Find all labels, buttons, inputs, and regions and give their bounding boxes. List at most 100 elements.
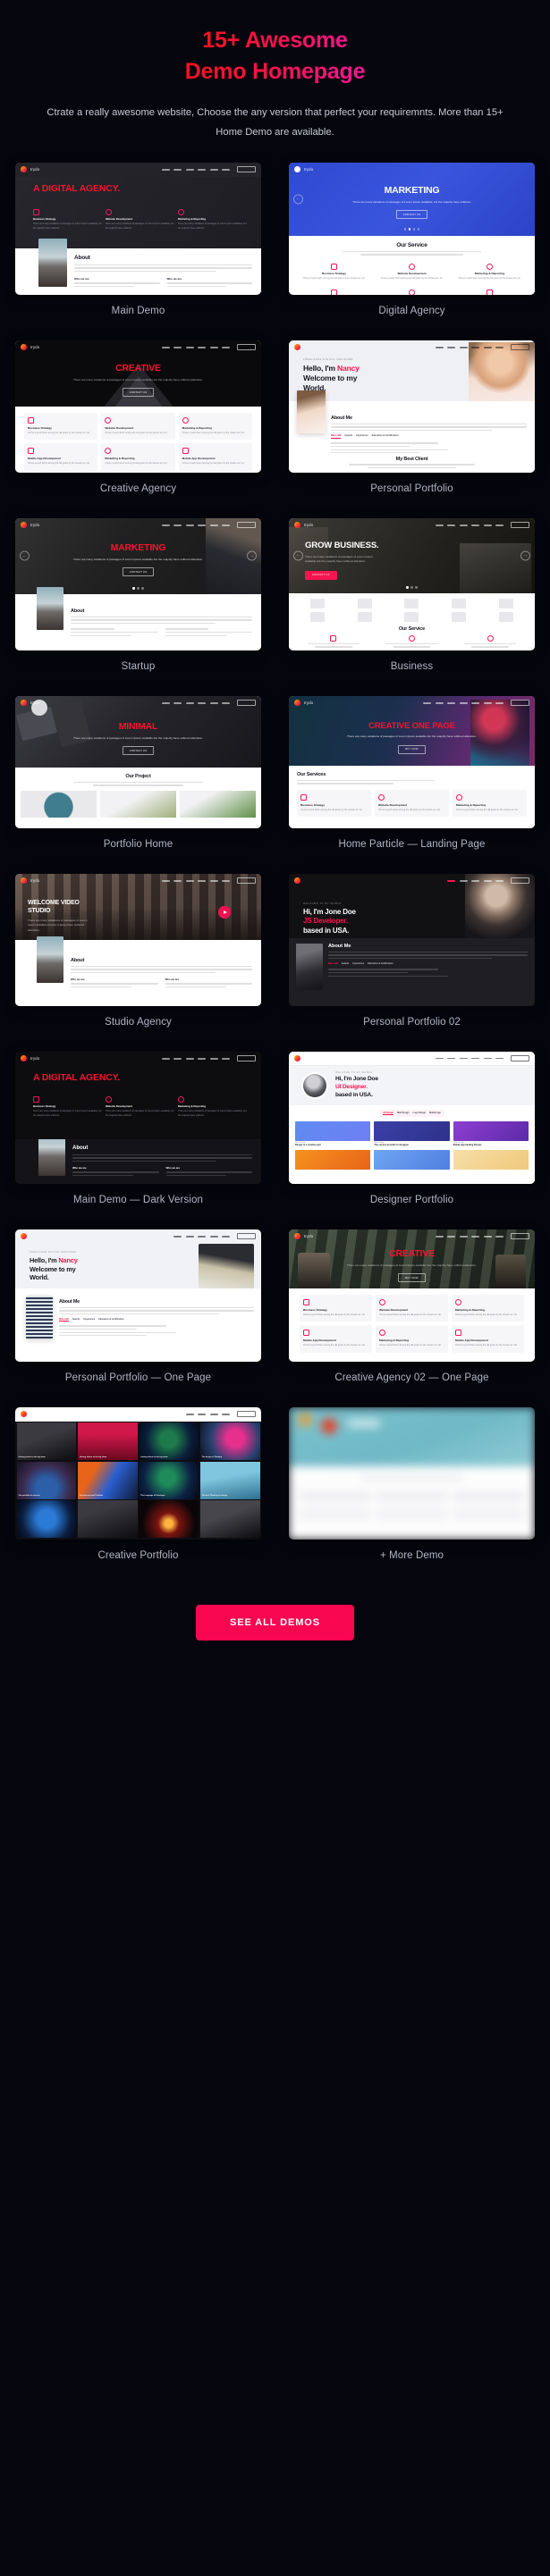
demo-card-main-demo[interactable]: trydo A DIGITAL AGENCY. Business Strateg… <box>15 162 261 316</box>
brand-name: trydo <box>304 701 314 706</box>
demo-label: Business <box>390 660 434 672</box>
demo-thumbnail[interactable]: trydo CREATIVE There are many variations… <box>15 340 261 473</box>
service-title: Website Development <box>106 1103 132 1108</box>
brand-logo-icon <box>294 700 300 707</box>
demo-label: Main Demo <box>111 305 165 316</box>
brand-logo-icon <box>294 1054 300 1061</box>
tab-item[interactable]: Education & Certification <box>372 434 399 439</box>
mini-cta: CONTACT US <box>122 567 155 577</box>
mini-headline: CREATIVE <box>115 363 161 374</box>
brand-name: trydo <box>304 523 314 528</box>
demo-thumbnail[interactable]: FREELANCE DIGITAL DESIGNER Hello, I'm Na… <box>15 1229 261 1362</box>
sub-title: Who we are <box>71 978 85 982</box>
demo-label: Portfolio Home <box>103 838 173 850</box>
demo-label: Personal Portfolio — One Page <box>64 1372 212 1383</box>
demo-card-creative-agency[interactable]: trydo CREATIVE There are many variations… <box>15 340 261 494</box>
tab-item[interactable]: Awards <box>342 962 350 965</box>
tab-item[interactable]: Experience <box>352 962 364 965</box>
service-title: Business Strategy <box>303 1307 327 1312</box>
brand-name: trydo <box>30 167 40 172</box>
see-all-demos-button[interactable]: SEE ALL DEMOS <box>196 1604 354 1640</box>
portfolio-caption: Getting tickets to the big show <box>140 1456 168 1458</box>
mini-nav-cta <box>237 166 256 173</box>
service-title: Marketing & Reporting <box>456 802 487 807</box>
demo-thumbnail[interactable] <box>289 1406 535 1540</box>
service-title: Website Development <box>106 216 132 221</box>
service-title: Business Strategy <box>33 216 56 221</box>
headline-line3: based in USA. <box>335 1091 373 1098</box>
service-title: Marketing & Reporting <box>379 1338 410 1343</box>
brand-logo-icon <box>21 1055 27 1062</box>
demo-thumbnail[interactable]: Getting tickets to the big show Getting … <box>15 1406 261 1540</box>
mini-cta: CONTACT US <box>122 388 155 398</box>
demo-thumbnail[interactable]: WELCOME TO MY WORLD Hi, I'm Jone Doe JS … <box>289 873 535 1006</box>
demo-thumbnail[interactable]: trydo GROW BUSINESS. There are many vari… <box>289 517 535 650</box>
demo-card-creative-agency-02[interactable]: trydo CREATIVE There are many variations… <box>289 1229 535 1383</box>
headline-line1: WELCOME VIDEO <box>28 899 80 906</box>
demo-card-startup[interactable]: trydo MARKETING There are many variation… <box>15 517 261 672</box>
headline-line2: Welcome to my <box>303 373 358 382</box>
page-title: 15+ Awesome Demo Homepage <box>185 25 366 87</box>
about-title: About <box>71 957 85 963</box>
mini-headline: MARKETING <box>110 541 166 553</box>
headline-line1: Hi, I'm Jone Doe <box>335 1075 378 1082</box>
brand-logo-icon <box>21 1233 27 1240</box>
hero-description: Ctrate a really awesome website, Choose … <box>47 107 503 138</box>
demo-card-home-particle[interactable]: trydo CREATIVE ONE PAGE There are many v… <box>289 695 535 850</box>
headline-line3: World. <box>30 1273 49 1282</box>
demo-card-main-demo-dark[interactable]: trydo A DIGITAL AGENCY. Business Strateg… <box>15 1051 261 1205</box>
tab-item[interactable]: Education & Certification <box>368 962 393 965</box>
tab-item[interactable]: Experience <box>83 1318 95 1322</box>
mini-nav-links <box>161 169 230 171</box>
portfolio-caption: The service provide for designer <box>374 1144 409 1147</box>
demo-thumbnail[interactable]: trydo A DIGITAL AGENCY. Business Strateg… <box>15 162 261 295</box>
demo-card-more-demo[interactable]: + More Demo <box>289 1406 535 1561</box>
tab-item[interactable]: Awards <box>72 1318 80 1322</box>
tab-item[interactable]: Main skill <box>331 434 342 440</box>
demo-thumbnail[interactable]: trydo A DIGITAL AGENCY. Business Strateg… <box>15 1051 261 1184</box>
demo-thumbnail[interactable]: trydo MARKETING There are many variation… <box>289 162 535 295</box>
demo-card-studio-agency[interactable]: trydo WELCOME VIDEO STUDIO There are man… <box>15 873 261 1028</box>
portfolio-caption: The Language of Developer <box>140 1495 165 1498</box>
mini-headline: CREATIVE ONE PAGE <box>368 720 455 731</box>
filter-item[interactable]: Logo Design <box>413 1112 426 1115</box>
page-title-line2: Demo Homepage <box>184 58 366 84</box>
tab-item[interactable]: Main skill <box>59 1318 69 1322</box>
tab-item[interactable]: Main skill <box>328 962 338 965</box>
tab-item[interactable]: Awards <box>344 434 352 439</box>
headline-line2: UI Designer. <box>335 1083 368 1090</box>
about-title: About Me <box>331 415 352 421</box>
demo-card-designer-portfolio[interactable]: WELCOME TO MY WORLD Hi, I'm Jone Doe UI … <box>289 1051 535 1205</box>
brand-name: trydo <box>30 345 40 350</box>
demo-thumbnail[interactable]: trydo MARKETING There are many variation… <box>15 517 261 650</box>
demo-card-personal-portfolio-02[interactable]: WELCOME TO MY WORLD Hi, I'm Jone Doe JS … <box>289 873 535 1028</box>
demo-label: Digital Agency <box>378 305 445 316</box>
mini-headline: CREATIVE <box>389 1248 435 1260</box>
filter-item[interactable]: Mobile App <box>429 1112 441 1115</box>
demo-card-personal-portfolio-one-page[interactable]: FREELANCE DIGITAL DESIGNER Hello, I'm Na… <box>15 1229 261 1383</box>
service-title: Business Strategy <box>322 271 346 275</box>
filter-item[interactable]: Web Design <box>397 1112 410 1115</box>
section-title: Our Service <box>398 625 426 632</box>
mini-cta: CONTACT US <box>395 210 428 220</box>
tab-item[interactable]: Experience <box>356 434 368 439</box>
service-title: Mobile App Development <box>182 457 216 461</box>
about-title: About Me <box>59 1298 80 1305</box>
demo-thumbnail[interactable]: trydo CREATIVE There are many variations… <box>289 1229 535 1362</box>
mini-cta: BUY NOW <box>398 1273 426 1283</box>
demo-thumbnail[interactable]: trydo MINIMAL There are many variations … <box>15 695 261 828</box>
demo-card-digital-agency[interactable]: trydo MARKETING There are many variation… <box>289 162 535 316</box>
brand-name: trydo <box>304 167 314 172</box>
filter-item[interactable]: All Design <box>383 1112 393 1115</box>
demo-thumbnail[interactable]: trydo CREATIVE ONE PAGE There are many v… <box>289 695 535 828</box>
demo-thumbnail[interactable]: WELCOME TO MY WORLD Hi, I'm Jone Doe UI … <box>289 1051 535 1184</box>
demo-card-business[interactable]: trydo GROW BUSINESS. There are many vari… <box>289 517 535 672</box>
demo-thumbnail[interactable]: trydo WELCOME VIDEO STUDIO There are man… <box>15 873 261 1006</box>
demo-card-personal-portfolio[interactable]: FREELANCE DIGITAL DESIGNER Hello, I'm Na… <box>289 340 535 494</box>
client-title: My Best Client <box>395 457 428 463</box>
demo-thumbnail[interactable]: FREELANCE DIGITAL DESIGNER Hello, I'm Na… <box>289 340 535 473</box>
demo-card-creative-portfolio[interactable]: Getting tickets to the big show Getting … <box>15 1406 261 1561</box>
tab-item[interactable]: Education & Certification <box>98 1318 124 1322</box>
play-icon <box>223 910 227 914</box>
demo-card-portfolio-home[interactable]: trydo MINIMAL There are many variations … <box>15 695 261 850</box>
